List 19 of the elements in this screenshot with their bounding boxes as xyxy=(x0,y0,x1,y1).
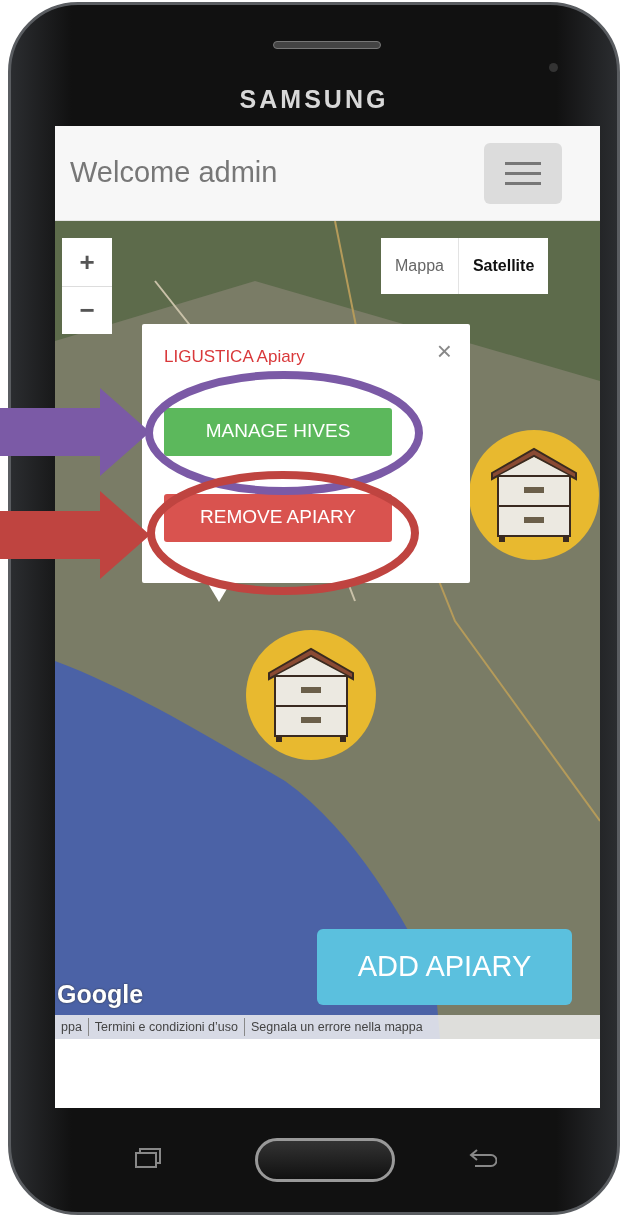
welcome-title: Welcome admin xyxy=(70,155,278,191)
map-logo: Google xyxy=(57,978,144,1010)
zoom-out-button[interactable]: − xyxy=(62,285,112,334)
map-footer-link[interactable]: ppa xyxy=(55,1017,88,1037)
close-button[interactable]: × xyxy=(436,338,452,364)
menu-button[interactable] xyxy=(484,142,562,204)
home-button[interactable] xyxy=(255,1138,395,1182)
beehive-marker[interactable] xyxy=(468,429,600,561)
map-type-tab[interactable]: Satellite xyxy=(457,238,549,294)
beehive-marker[interactable] xyxy=(245,629,377,761)
menu-icon xyxy=(505,161,541,185)
map-footer-link[interactable]: Segnala un errore nella mappa xyxy=(244,1017,429,1037)
recent-apps-icon[interactable] xyxy=(135,1147,161,1169)
remove-apiary-button[interactable]: REMOVE APIARY xyxy=(164,493,392,542)
map-footer-link[interactable]: Termini e condizioni d’uso xyxy=(87,1017,244,1037)
camera-lens xyxy=(549,63,558,72)
brand-logo: SAMSUNG xyxy=(238,84,390,115)
popup-title: LIGUSTICA Apiary xyxy=(164,346,305,368)
back-icon[interactable] xyxy=(469,1147,497,1169)
